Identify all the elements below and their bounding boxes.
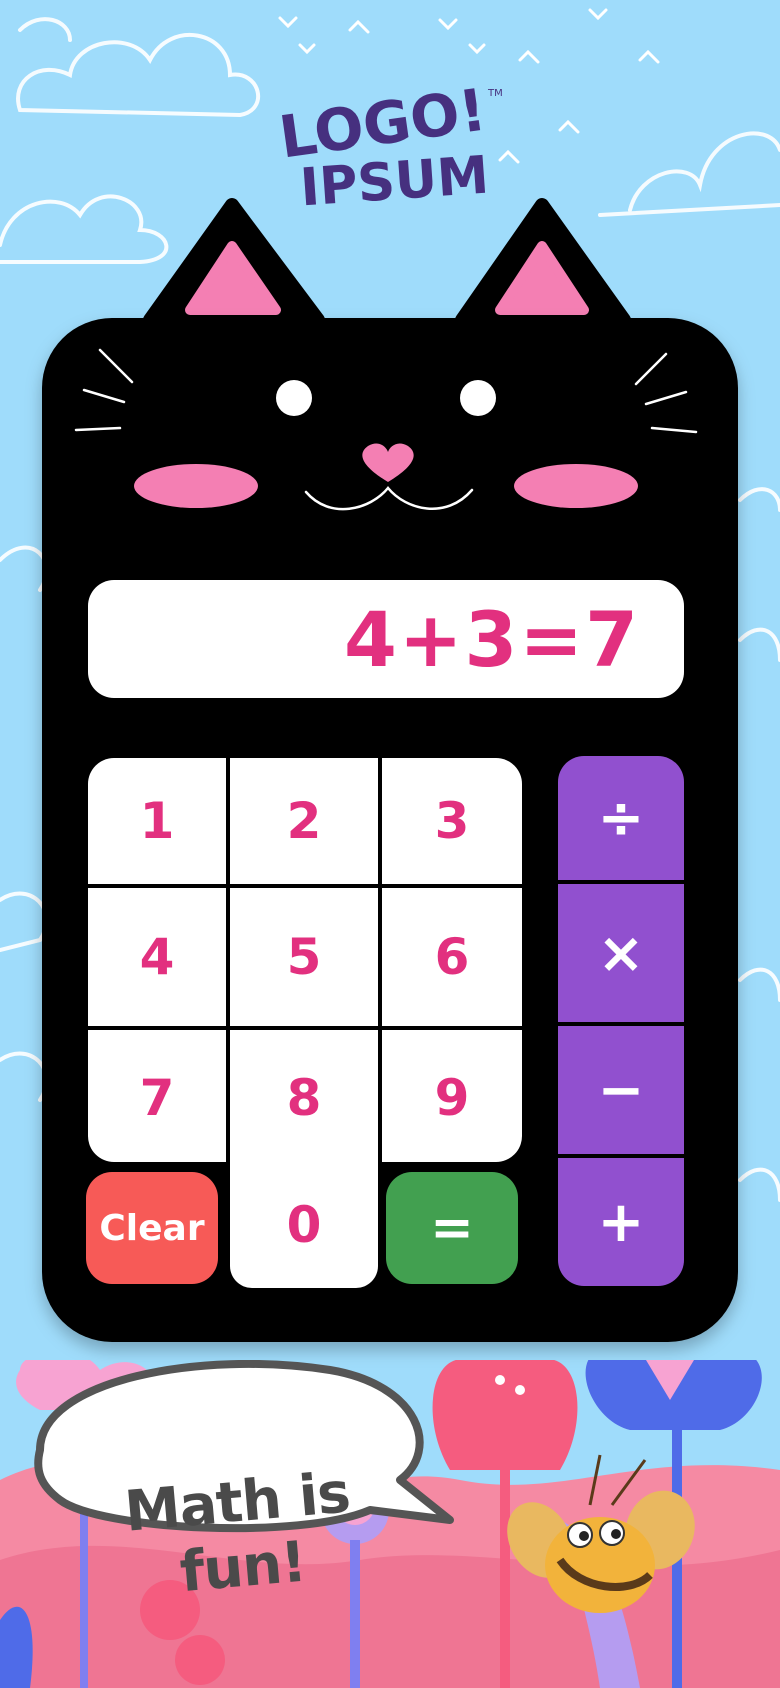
key-9[interactable]: 9 [382, 1030, 522, 1162]
display-expression: 4+3=7 [343, 594, 640, 684]
equals-button[interactable]: = [386, 1172, 518, 1284]
divide-button[interactable]: ÷ [558, 756, 684, 880]
clear-button[interactable]: Clear [86, 1172, 218, 1284]
multiply-button[interactable]: × [558, 884, 684, 1022]
key-2[interactable]: 2 [230, 758, 378, 884]
key-0[interactable]: 0 [230, 1162, 378, 1288]
subtract-button[interactable]: − [558, 1026, 684, 1154]
number-keypad: 1 2 3 4 5 6 7 8 9 [88, 758, 522, 1162]
key-5[interactable]: 5 [230, 888, 378, 1026]
key-1[interactable]: 1 [88, 758, 226, 884]
cat-ears-icon [143, 198, 631, 327]
key-7[interactable]: 7 [88, 1030, 226, 1162]
add-button[interactable]: + [558, 1158, 684, 1286]
operator-column: ÷ × − + [558, 756, 684, 1286]
key-8[interactable]: 8 [230, 1030, 378, 1162]
key-3[interactable]: 3 [382, 758, 522, 884]
calculator-display: 4+3=7 [88, 580, 684, 698]
key-4[interactable]: 4 [88, 888, 226, 1026]
key-6[interactable]: 6 [382, 888, 522, 1026]
